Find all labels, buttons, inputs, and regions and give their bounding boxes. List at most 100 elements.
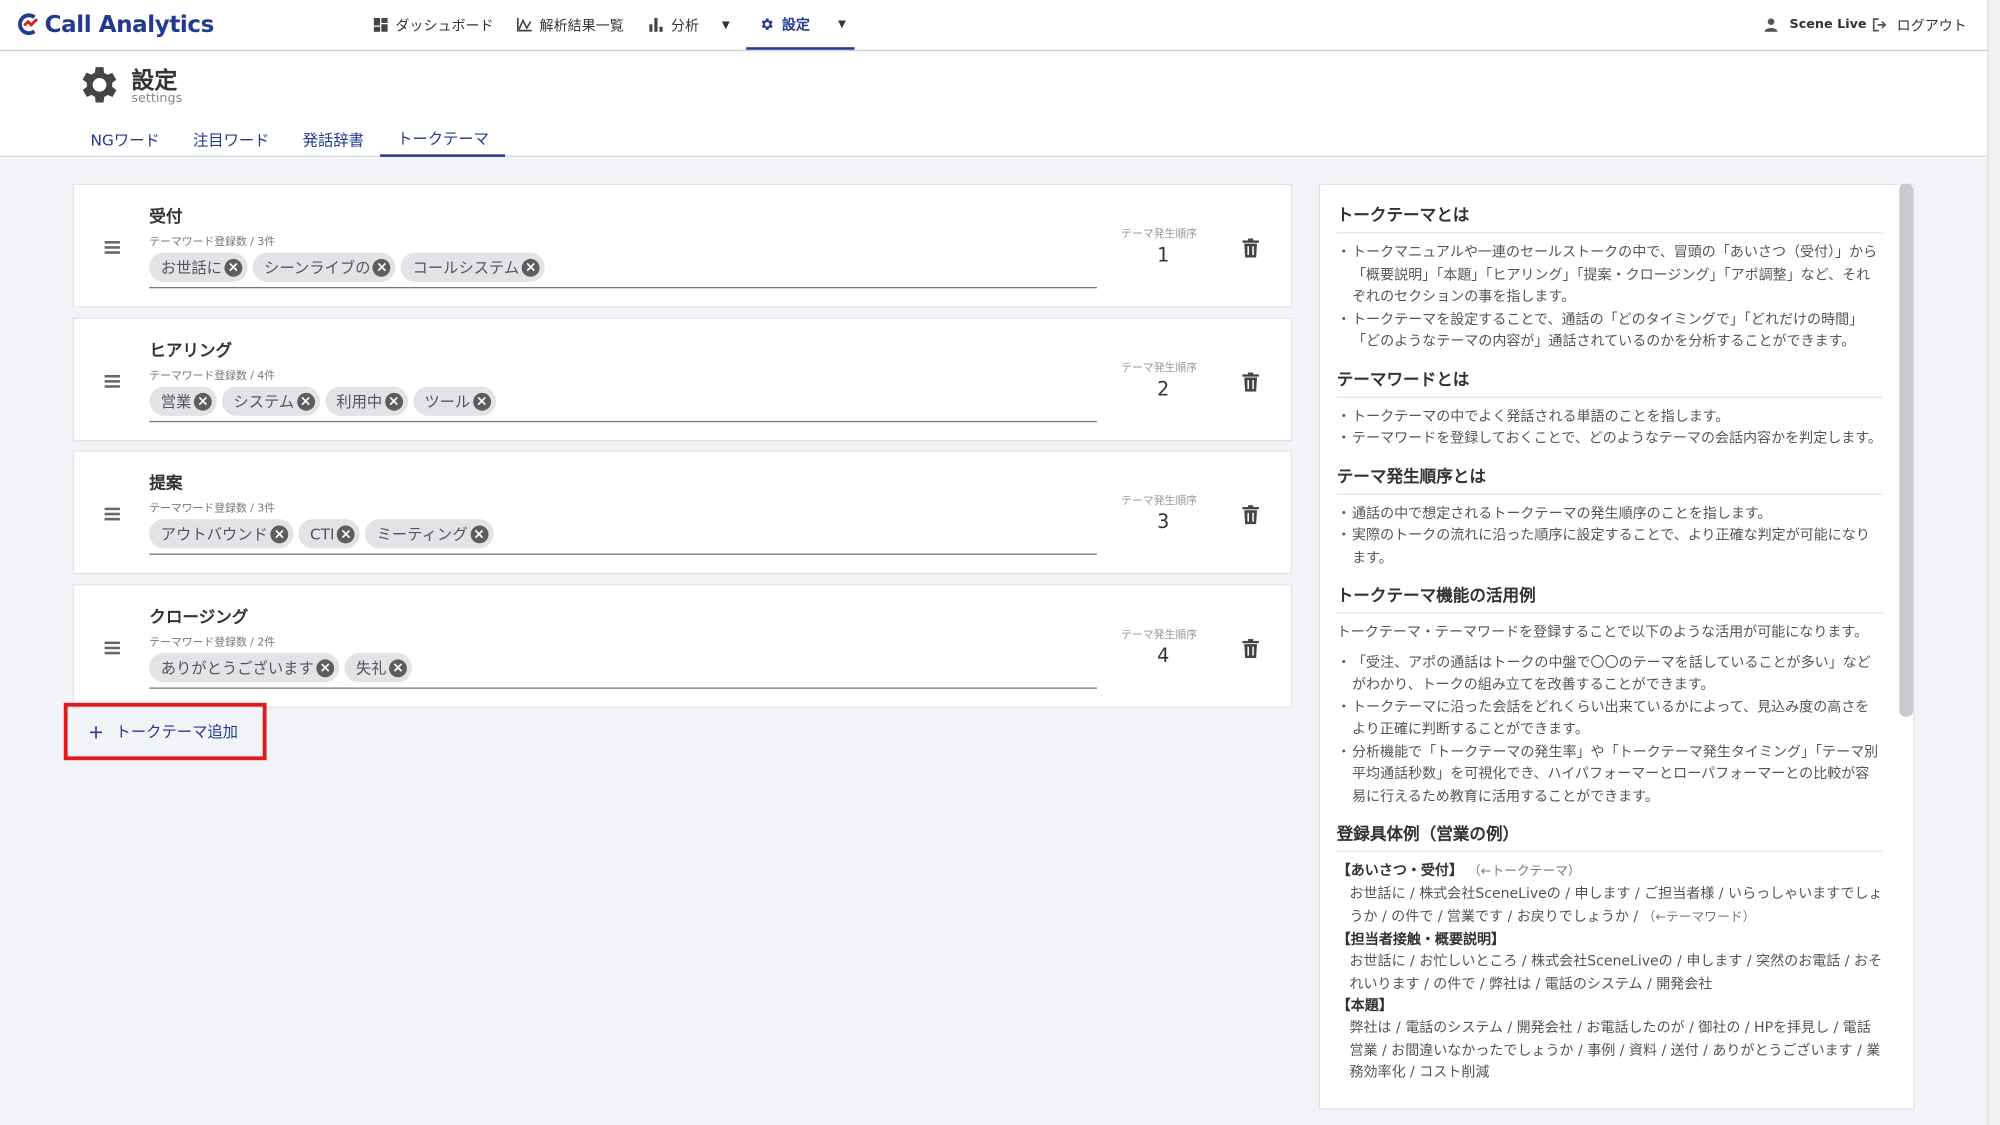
tab-speech-dictionary[interactable]: 発話辞書 — [286, 122, 380, 156]
remove-chip-icon[interactable]: × — [296, 392, 315, 411]
settings-tabs: NGワード 注目ワード 発話辞書 トークテーマ — [74, 122, 506, 157]
order-value[interactable]: 4 — [1121, 644, 1205, 667]
example-note: （←トークテーマ） — [1467, 864, 1581, 879]
remove-chip-icon[interactable]: × — [337, 524, 355, 543]
order-value[interactable]: 2 — [1121, 378, 1205, 401]
drag-handle-icon[interactable] — [104, 641, 120, 657]
remove-chip-icon[interactable]: × — [384, 392, 403, 411]
order-value[interactable]: 3 — [1121, 510, 1205, 533]
page-subtitle: settings — [131, 91, 183, 106]
help-heading: トークテーマとは — [1336, 202, 1883, 234]
chip-label: お世話に — [160, 258, 222, 277]
help-item: 分析機能で「トークテーマの発生率」や「トークテーマ発生タイミング」「テーマ別 平… — [1337, 740, 1883, 807]
order-value[interactable]: 1 — [1121, 244, 1205, 267]
nav-dashboard-label: ダッシュボード — [395, 17, 494, 34]
chip-label: ミーティング — [376, 525, 468, 544]
example-body: お世話に / お忙しいところ / 株式会社SceneLiveの / 申します /… — [1349, 952, 1883, 992]
remove-chip-icon[interactable]: × — [470, 524, 488, 543]
talk-theme-card: 受付 テーマワード登録数 / 3件 お世話に × シーンライブの × コールシステム… — [72, 183, 1293, 308]
logout-button[interactable]: ログアウト — [1872, 0, 1967, 50]
nav-analysis-results-label: 解析結果一覧 — [539, 17, 624, 34]
theme-words-input[interactable]: お世話に × シーンライブの × コールシステム × — [149, 252, 1097, 289]
trash-icon[interactable] — [1242, 238, 1259, 258]
chip-label: 利用中 — [336, 392, 383, 411]
tab-talk-theme[interactable]: トークテーマ — [380, 122, 506, 157]
theme-title[interactable]: 受付 — [149, 203, 182, 227]
nav-settings[interactable]: 設定 ▼ — [746, 0, 855, 50]
example-words: お世話に / 株式会社SceneLiveの / 申します / ご担当者様 / い… — [1349, 885, 1883, 925]
user-icon — [1764, 18, 1778, 32]
tab-ng-words[interactable]: NGワード — [74, 122, 176, 156]
chip-label: CTI — [309, 524, 335, 543]
theme-words-input[interactable]: ありがとうございます × 失礼 × — [149, 653, 1097, 689]
remove-chip-icon[interactable]: × — [372, 258, 391, 277]
example-heading: 【本題】 — [1336, 997, 1393, 1015]
add-talk-theme-button[interactable]: + トークテーマ追加 — [63, 702, 267, 761]
theme-title[interactable]: 提案 — [149, 469, 182, 493]
page-title: 設定 — [131, 67, 178, 95]
logout-label: ログアウト — [1896, 17, 1967, 34]
drag-handle-icon[interactable] — [104, 507, 120, 523]
theme-word-count: テーマワード登録数 / 2件 — [149, 636, 276, 650]
example-heading: 【担当者接触・概要説明】 — [1336, 931, 1506, 948]
theme-title[interactable]: クロージング — [149, 603, 248, 627]
plus-icon: + — [88, 720, 105, 743]
theme-word-chip: 営業 × — [149, 386, 217, 416]
nav-analytics[interactable]: 分析 ▼ — [649, 0, 730, 50]
remove-chip-icon[interactable]: × — [472, 392, 491, 411]
remove-chip-icon[interactable]: × — [316, 658, 335, 677]
page-scrollbar[interactable] — [1987, 0, 2000, 1125]
example-theme: 【あいさつ・受付】 — [1336, 862, 1463, 879]
theme-title[interactable]: ヒアリング — [149, 337, 232, 361]
talk-theme-card: 提案 テーマワード登録数 / 3件 アウトバウンド × CTI × ミーティング × … — [72, 450, 1293, 574]
nav-analysis-results[interactable]: 解析結果一覧 — [517, 0, 624, 50]
drag-handle-icon[interactable] — [104, 241, 120, 256]
add-talk-theme-label: トークテーマ追加 — [115, 723, 239, 742]
order-label: テーマ発生順序 — [1121, 628, 1198, 642]
theme-word-count: テーマワード登録数 / 3件 — [149, 235, 276, 249]
remove-chip-icon[interactable]: × — [224, 258, 243, 277]
remove-chip-icon[interactable]: × — [270, 524, 289, 543]
chip-label: ツール — [424, 392, 471, 411]
top-navbar: Call Analytics ダッシュボード 解析結果一覧 分析 ▼ 設定 ▼ … — [0, 0, 1988, 52]
remove-chip-icon[interactable]: × — [193, 392, 212, 411]
theme-word-chip: CTI × — [298, 519, 361, 549]
theme-words-input[interactable]: 営業 × システム × 利用中 × ツール × — [149, 386, 1097, 423]
user-name: Scene Live — [1789, 17, 1867, 32]
help-panel-scrollbar[interactable] — [1899, 183, 1914, 717]
help-item: 「受注、アポの通話はトークの中盤で〇〇のテーマを話していることが多い」などがわか… — [1337, 651, 1883, 696]
help-item: テーマワードを登録しておくことで、どのようなテーマの会話内容かを判定します。 — [1337, 427, 1883, 449]
gear-icon — [82, 67, 117, 103]
theme-word-chip: ツール × — [412, 386, 496, 416]
remove-chip-icon[interactable]: × — [521, 258, 540, 277]
theme-word-chip: シーンライブの × — [252, 252, 396, 282]
drag-handle-icon[interactable] — [104, 374, 120, 390]
logo-icon — [18, 13, 38, 36]
nav-dashboard[interactable]: ダッシュボード — [373, 0, 494, 50]
gear-icon — [761, 17, 773, 30]
tab-focus-words[interactable]: 注目ワード — [176, 122, 286, 156]
chip-label: コールシステム — [412, 258, 520, 277]
logout-icon — [1872, 18, 1887, 32]
user-menu[interactable]: Scene Live — [1764, 0, 1867, 50]
example-note: （←テーマワード） — [1642, 910, 1756, 925]
theme-word-chip: 利用中 × — [324, 386, 408, 416]
trash-icon[interactable] — [1242, 372, 1259, 392]
help-item: トークテーマを設定することで、通話の「どのタイミングで」「どれだけの時間」「どの… — [1337, 308, 1883, 353]
help-item: トークテーマに沿った会話をどれくらい出来ているかによって、見込み度の高さをより正… — [1337, 696, 1883, 741]
theme-word-chip: アウトバウンド × — [149, 519, 294, 549]
example-heading: 【あいさつ・受付】 （←トークテーマ） — [1337, 860, 1883, 883]
help-heading: テーマワードとは — [1336, 365, 1883, 398]
example-body: 弊社は / 電話のシステム / 開発会社 / お電話したのが / 御社の / H… — [1349, 1019, 1881, 1081]
help-text: トークテーマ・テーマワードを登録することで以下のような活用が可能になります。 — [1336, 623, 1869, 641]
theme-words-input[interactable]: アウトバウンド × CTI × ミーティング × — [149, 519, 1097, 555]
trash-icon[interactable] — [1242, 639, 1259, 659]
theme-word-chip: お世話に × — [149, 252, 248, 282]
chart-line-icon — [517, 17, 532, 32]
app-logo[interactable]: Call Analytics — [15, 9, 214, 40]
help-item: 実際のトークの流れに沿った順序に設定することで、より正確な判定が可能になります。 — [1337, 524, 1883, 569]
caret-down-icon: ▼ — [721, 19, 730, 31]
trash-icon[interactable] — [1242, 505, 1259, 525]
remove-chip-icon[interactable]: × — [389, 658, 407, 677]
chip-label: 営業 — [160, 392, 192, 411]
